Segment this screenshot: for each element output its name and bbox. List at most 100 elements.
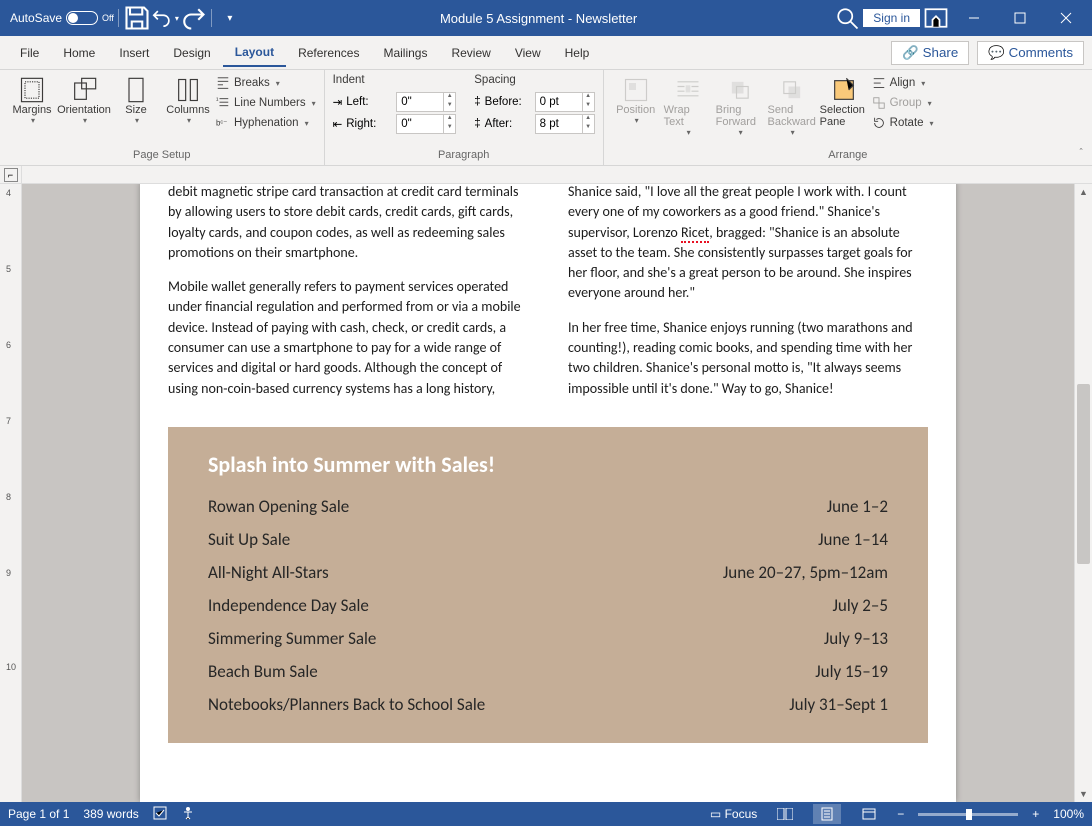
- line-numbers-label: Line Numbers: [234, 97, 306, 109]
- indent-left-icon: ⇥: [333, 95, 343, 109]
- collapse-ribbon-icon[interactable]: ＾: [1076, 146, 1086, 161]
- indent-left-field[interactable]: 0"▲▼: [396, 92, 456, 112]
- autosave-toggle[interactable]: AutoSave Off: [10, 11, 114, 25]
- scroll-down-icon[interactable]: ▼: [1075, 786, 1092, 802]
- sale-row[interactable]: Independence Day SaleJuly 2–5: [208, 595, 888, 616]
- align-button[interactable]: Align▾: [872, 74, 934, 92]
- tab-design[interactable]: Design: [161, 40, 222, 66]
- rotate-button[interactable]: Rotate▾: [872, 114, 934, 132]
- breaks-button[interactable]: Breaks▾: [216, 74, 316, 92]
- body-text[interactable]: Mobile wallet generally refers to paymen…: [168, 277, 528, 399]
- wrap-text-button: Wrap Text▾: [664, 74, 712, 137]
- breaks-label: Breaks: [234, 77, 270, 89]
- sign-in-button[interactable]: Sign in: [863, 9, 920, 27]
- sales-box[interactable]: Splash into Summer with Sales! Rowan Ope…: [168, 427, 928, 743]
- comments-button[interactable]: 💬 Comments: [977, 41, 1084, 65]
- bring-forward-button: Bring Forward▾: [716, 74, 764, 137]
- undo-icon[interactable]: ▾: [151, 4, 179, 32]
- redo-icon[interactable]: [179, 4, 207, 32]
- spacing-before-value: 0 pt: [540, 96, 559, 108]
- print-layout-icon[interactable]: [813, 804, 841, 824]
- page[interactable]: debit magnetic stripe card transaction a…: [140, 184, 956, 802]
- ribbon-tabs: File Home Insert Design Layout Reference…: [0, 36, 1092, 70]
- title-bar: AutoSave Off ▾ ▾ Module 5 Assignment - N…: [0, 0, 1092, 36]
- sale-row[interactable]: All-Night All-StarsJune 20–27, 5pm–12am: [208, 562, 888, 583]
- tab-file[interactable]: File: [8, 40, 51, 66]
- svg-text:bᶜ⁻: bᶜ⁻: [216, 119, 227, 128]
- tab-review[interactable]: Review: [439, 40, 502, 66]
- sale-row[interactable]: Simmering Summer Sale July 9–13: [208, 628, 888, 649]
- accessibility-icon[interactable]: [181, 806, 195, 823]
- selection-pane-button[interactable]: Selection Pane: [820, 74, 868, 128]
- zoom-level[interactable]: 100%: [1053, 807, 1084, 821]
- spacing-after-field[interactable]: 8 pt▲▼: [535, 114, 595, 134]
- margins-button[interactable]: Margins▾: [8, 74, 56, 125]
- sale-row[interactable]: Suit Up SaleJune 1–14: [208, 529, 888, 550]
- body-text[interactable]: In her free time, Shanice enjoys running…: [568, 318, 928, 399]
- page-indicator[interactable]: Page 1 of 1: [8, 807, 69, 821]
- focus-mode-button[interactable]: ▭ Focus: [710, 807, 757, 821]
- body-text[interactable]: Shanice said, "I love all the great peop…: [568, 184, 928, 304]
- document-area: 4 5 6 7 8 9 10 debit magnetic stripe car…: [0, 184, 1092, 802]
- search-icon[interactable]: [833, 4, 861, 32]
- scroll-up-icon[interactable]: ▲: [1075, 184, 1092, 200]
- indent-right-value: 0": [401, 118, 411, 130]
- sale-row[interactable]: Notebooks/Planners Back to School SaleJu…: [208, 694, 888, 715]
- ribbon-display-icon[interactable]: [922, 4, 950, 32]
- save-icon[interactable]: [123, 4, 151, 32]
- orientation-button[interactable]: Orientation▾: [60, 74, 108, 125]
- sale-name: All-Night All-Stars: [208, 562, 329, 583]
- tab-layout[interactable]: Layout: [223, 39, 286, 67]
- group-page-setup: Margins▾ Orientation▾ Size▾ Columns▾ Bre…: [0, 70, 325, 165]
- tab-references[interactable]: References: [286, 40, 371, 66]
- body-text[interactable]: debit magnetic stripe card transaction a…: [168, 184, 528, 263]
- ribbon: Margins▾ Orientation▾ Size▾ Columns▾ Bre…: [0, 70, 1092, 166]
- tab-insert[interactable]: Insert: [107, 40, 161, 66]
- paragraph-group-label: Paragraph: [333, 149, 595, 163]
- maximize-button[interactable]: [998, 4, 1042, 32]
- indent-right-field[interactable]: 0"▲▼: [396, 114, 456, 134]
- autosave-switch[interactable]: [66, 11, 98, 25]
- vertical-scrollbar[interactable]: ▲ ▼: [1074, 184, 1092, 802]
- spacing-after-icon: ‡: [474, 118, 480, 130]
- customize-qat-icon[interactable]: ▾: [216, 4, 244, 32]
- tab-help[interactable]: Help: [553, 40, 602, 66]
- spacing-after-value: 8 pt: [540, 118, 559, 130]
- columns-button[interactable]: Columns▾: [164, 74, 212, 125]
- ruler-vertical[interactable]: 4 5 6 7 8 9 10: [0, 184, 22, 802]
- minimize-button[interactable]: [952, 4, 996, 32]
- sale-row[interactable]: Beach Bum SaleJuly 15–19: [208, 661, 888, 682]
- web-layout-icon[interactable]: [855, 804, 883, 824]
- spacing-after-label: After:: [485, 118, 531, 130]
- line-numbers-button[interactable]: 1Line Numbers▾: [216, 94, 316, 112]
- tab-view[interactable]: View: [503, 40, 553, 66]
- hyphenation-label: Hyphenation: [234, 117, 299, 129]
- orientation-label: Orientation: [57, 104, 111, 116]
- sales-title[interactable]: Splash into Summer with Sales!: [208, 451, 888, 478]
- spacing-before-field[interactable]: 0 pt▲▼: [535, 92, 595, 112]
- tab-home[interactable]: Home: [51, 40, 107, 66]
- sale-name: Simmering Summer Sale: [208, 628, 376, 649]
- selection-pane-label: Selection Pane: [820, 104, 868, 128]
- size-button[interactable]: Size▾: [112, 74, 160, 125]
- zoom-in-button[interactable]: +: [1032, 807, 1039, 821]
- page-scroll[interactable]: debit magnetic stripe card transaction a…: [22, 184, 1074, 802]
- share-button[interactable]: 🔗 Share: [891, 41, 969, 65]
- word-count[interactable]: 389 words: [83, 807, 138, 821]
- sale-row[interactable]: Rowan Opening SaleJune 1–2: [208, 496, 888, 517]
- zoom-slider[interactable]: [918, 813, 1018, 816]
- zoom-out-button[interactable]: −: [897, 807, 904, 821]
- share-label: Share: [923, 45, 959, 60]
- spelling-error[interactable]: Ricet: [681, 224, 709, 243]
- scroll-thumb[interactable]: [1077, 384, 1090, 564]
- sale-date: July 9–13: [824, 628, 888, 649]
- ruler-horizontal[interactable]: ⌐: [0, 166, 1092, 184]
- sale-date: June 1–2: [827, 496, 888, 517]
- proofing-icon[interactable]: [153, 806, 167, 823]
- read-mode-icon[interactable]: [771, 804, 799, 824]
- tab-stop-selector[interactable]: ⌐: [4, 168, 18, 182]
- sale-name: Suit Up Sale: [208, 529, 290, 550]
- hyphenation-button[interactable]: bᶜ⁻Hyphenation▾: [216, 114, 316, 132]
- close-button[interactable]: [1044, 4, 1088, 32]
- tab-mailings[interactable]: Mailings: [371, 40, 439, 66]
